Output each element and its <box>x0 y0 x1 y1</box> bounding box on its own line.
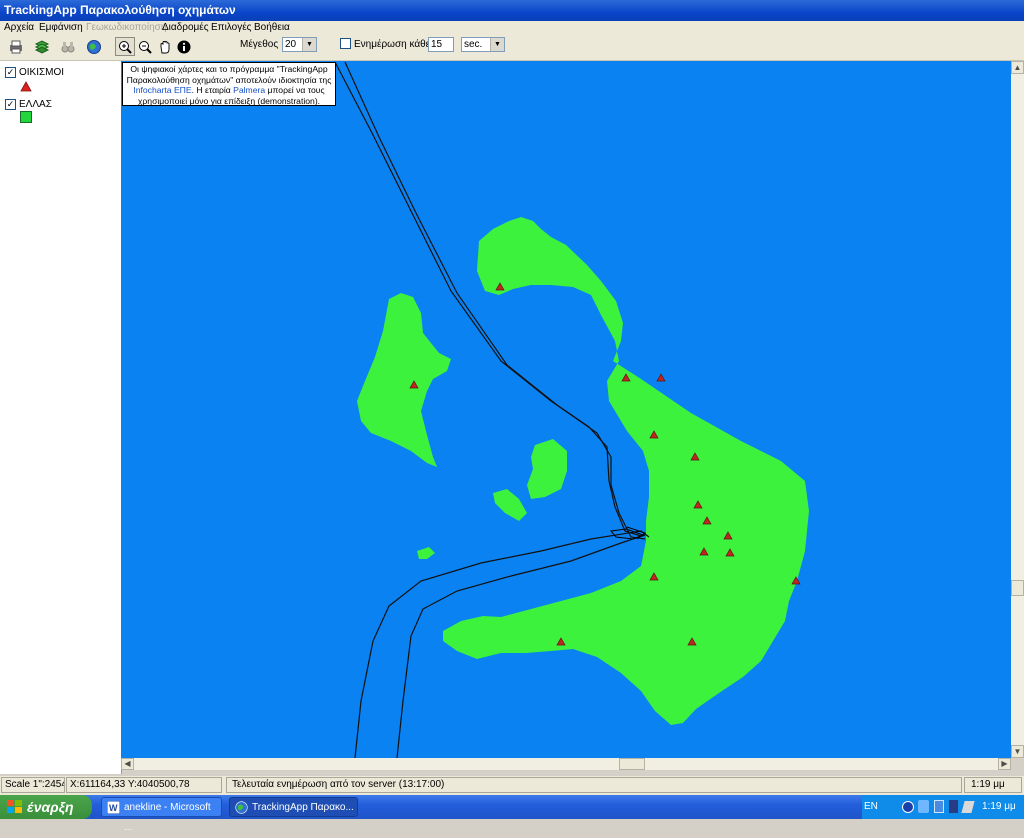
taskbar: έναρξη W anekline - Microsoft ... Tracki… <box>0 795 1024 833</box>
info-icon <box>177 40 191 53</box>
zoom-out-button[interactable] <box>135 37 155 56</box>
legend-panel: ✓ ΟΙΚΙΣΜΟΙ ✓ ΕΛΛΑΣ <box>0 61 122 774</box>
scroll-down-button[interactable]: ▼ <box>1011 745 1024 758</box>
island-aspronisi <box>417 547 435 559</box>
island-nea-kameni <box>527 439 567 499</box>
layer-settlements-label: ΟΙΚΙΣΜΟΙ <box>19 67 65 78</box>
pen-tablet-icon[interactable] <box>961 801 975 813</box>
tray-clock[interactable]: 1:19 μμ <box>982 795 1016 819</box>
chevron-left-icon: ◀ <box>124 759 131 768</box>
auto-update-label: Ενημέρωση κάθε <box>354 39 431 50</box>
size-value: 20 <box>285 39 297 50</box>
chevron-down-icon: ▼ <box>490 38 504 51</box>
globe-icon <box>87 39 101 54</box>
binoculars-icon <box>61 41 75 52</box>
system-tray: EN 1:19 μμ <box>862 795 1024 819</box>
status-coordinates: X:611164,33 Y:4040500,78 <box>66 777 222 793</box>
layers-button[interactable] <box>32 37 52 56</box>
map-canvas[interactable] <box>121 61 1011 758</box>
menu-file[interactable]: Αρχεία <box>4 22 34 33</box>
menu-bar: Αρχεία Εμφάνιση Γεωκωδικοποίηση Διαδρομέ… <box>0 21 1024 36</box>
disclaimer-text-1: Οι ψηφιακοί χάρτες και το πρόγραμμα "Tra… <box>126 64 332 85</box>
disclaimer-text-2: . Η εταιρία <box>191 85 234 95</box>
chevron-right-icon: ▶ <box>1001 759 1008 768</box>
network-icon[interactable] <box>918 800 929 813</box>
info-button[interactable] <box>174 37 194 56</box>
update-interval-input[interactable]: 15 <box>428 37 454 52</box>
map-view[interactable]: Οι ψηφιακοί χάρτες και το πρόγραμμα "Tra… <box>121 61 1011 758</box>
horizontal-scrollbar[interactable]: ◀ ▶ <box>121 758 1011 770</box>
zoom-in-button[interactable] <box>115 37 135 56</box>
disclaimer-company-palmera: Palmera <box>233 85 266 95</box>
island-thira <box>443 217 809 725</box>
print-button[interactable] <box>6 37 26 56</box>
print-icon <box>10 40 22 53</box>
layer-greece-checkbox[interactable]: ✓ <box>5 99 16 110</box>
scroll-left-button[interactable]: ◀ <box>121 758 134 770</box>
auto-update-checkbox[interactable] <box>340 38 351 49</box>
red-triangle-icon <box>20 81 32 92</box>
globe-button[interactable] <box>84 37 104 56</box>
taskbar-task-word[interactable]: W anekline - Microsoft ... <box>101 797 222 833</box>
usb-device-icon[interactable] <box>949 800 958 813</box>
taskbar-task-label: TrackingApp Παρακο... <box>252 802 354 813</box>
island-thirasia <box>357 293 451 467</box>
vertical-scrollbar[interactable]: ▲ ▼ <box>1011 61 1024 758</box>
disclaimer-company-infocharta: Infocharta ΕΠΕ <box>133 85 192 95</box>
menu-options[interactable]: Επιλογές <box>211 22 251 33</box>
green-square-icon <box>20 111 32 123</box>
globe-icon <box>235 801 248 814</box>
status-time: 1:19 μμ <box>964 777 1022 793</box>
start-label: έναρξη <box>27 799 74 815</box>
pan-button[interactable] <box>155 37 175 56</box>
chevron-up-icon: ▲ <box>1013 63 1022 72</box>
size-select[interactable]: 20 ▼ <box>282 37 317 52</box>
status-bar: Scale 1":2454 X:611164,33 Y:4040500,78 Τ… <box>0 776 1024 795</box>
layers-icon <box>34 39 50 54</box>
menu-help[interactable]: Βοήθεια <box>254 22 290 33</box>
window-title: TrackingApp Παρακολούθηση οχημάτων <box>4 3 236 17</box>
chevron-down-icon: ▼ <box>302 38 316 51</box>
start-button[interactable]: έναρξη <box>0 795 92 819</box>
taskbar-task-label: anekline - Microsoft ... <box>124 802 211 833</box>
pan-hand-icon <box>160 40 170 53</box>
menu-routes[interactable]: Διαδρομές <box>162 22 209 33</box>
menu-geocoding[interactable]: Γεωκωδικοποίηση <box>86 22 166 33</box>
toolbar: Μέγεθος 20 ▼ Ενημέρωση κάθε 15 sec. ▼ <box>0 36 1024 61</box>
scroll-up-button[interactable]: ▲ <box>1011 61 1024 74</box>
zoom-in-icon <box>119 40 132 54</box>
update-unit-select[interactable]: sec. ▼ <box>461 37 505 52</box>
taskbar-task-trackingapp[interactable]: TrackingApp Παρακο... <box>229 797 358 817</box>
vertical-scroll-thumb[interactable] <box>1011 580 1024 596</box>
size-label: Μέγεθος <box>240 39 279 50</box>
zoom-out-icon <box>139 40 152 54</box>
connection-icon[interactable] <box>934 800 944 813</box>
horizontal-scroll-thumb[interactable] <box>619 758 645 770</box>
update-unit-value: sec. <box>464 39 483 50</box>
layer-greece-label: ΕΛΛΑΣ <box>19 99 52 110</box>
find-button[interactable] <box>58 37 78 56</box>
menu-view[interactable]: Εμφάνιση <box>39 22 83 33</box>
language-indicator[interactable]: EN <box>864 795 878 819</box>
island-palea-kameni <box>493 489 527 521</box>
layer-settlements-checkbox[interactable]: ✓ <box>5 67 16 78</box>
word-document-icon: W <box>107 801 120 814</box>
update-interval-value: 15 <box>431 39 443 50</box>
status-message: Τελευταία ενημέρωση από τον server (13:1… <box>226 777 962 793</box>
svg-text:W: W <box>109 803 118 813</box>
window-title-bar[interactable]: TrackingApp Παρακολούθηση οχημάτων <box>0 0 1024 21</box>
windows-logo-icon <box>7 800 22 813</box>
settlement-marker <box>656 373 666 382</box>
map-disclaimer: Οι ψηφιακοί χάρτες και το πρόγραμμα "Tra… <box>122 62 336 106</box>
scroll-right-button[interactable]: ▶ <box>998 758 1011 770</box>
chevron-down-icon: ▼ <box>1013 747 1022 756</box>
tray-back-icon[interactable] <box>902 801 914 813</box>
status-scale: Scale 1":2454 <box>1 777 65 793</box>
